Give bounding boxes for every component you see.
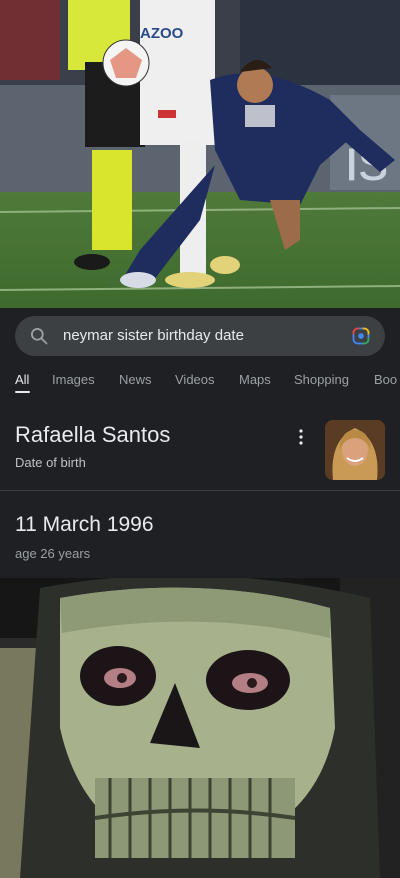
tab-books[interactable]: Boo — [374, 372, 397, 387]
tab-all[interactable]: All — [15, 372, 29, 387]
search-icon[interactable] — [29, 326, 49, 346]
tab-videos[interactable]: Videos — [175, 372, 215, 387]
football-photo-illustration: is AZOO — [0, 0, 400, 308]
more-vert-icon[interactable] — [296, 428, 306, 446]
tab-news[interactable]: News — [119, 372, 152, 387]
football-photo: is AZOO — [0, 0, 400, 308]
search-results-panel: neymar sister birthday date All Images N… — [0, 308, 400, 578]
active-tab-indicator — [15, 391, 30, 393]
entity-name[interactable]: Rafaella Santos — [15, 422, 170, 448]
jersey-text: AZOO — [140, 25, 184, 42]
tab-maps[interactable]: Maps — [239, 372, 271, 387]
divider — [0, 490, 400, 491]
tab-images[interactable]: Images — [52, 372, 95, 387]
google-lens-icon[interactable] — [351, 326, 371, 346]
entity-thumbnail[interactable] — [325, 420, 385, 480]
answer-date: 11 March 1996 — [15, 513, 154, 536]
skull-mask-illustration — [0, 578, 400, 878]
entity-thumbnail-image — [325, 420, 385, 480]
answer-age: age 26 years — [15, 546, 91, 561]
tab-shopping[interactable]: Shopping — [294, 372, 349, 387]
skull-mask-photo — [0, 578, 400, 878]
entity-attribute: Date of birth — [15, 455, 86, 470]
search-query[interactable]: neymar sister birthday date — [63, 327, 244, 344]
search-tabs: All Images News Videos Maps Shopping Boo — [0, 366, 400, 402]
search-bar[interactable]: neymar sister birthday date — [15, 316, 385, 356]
